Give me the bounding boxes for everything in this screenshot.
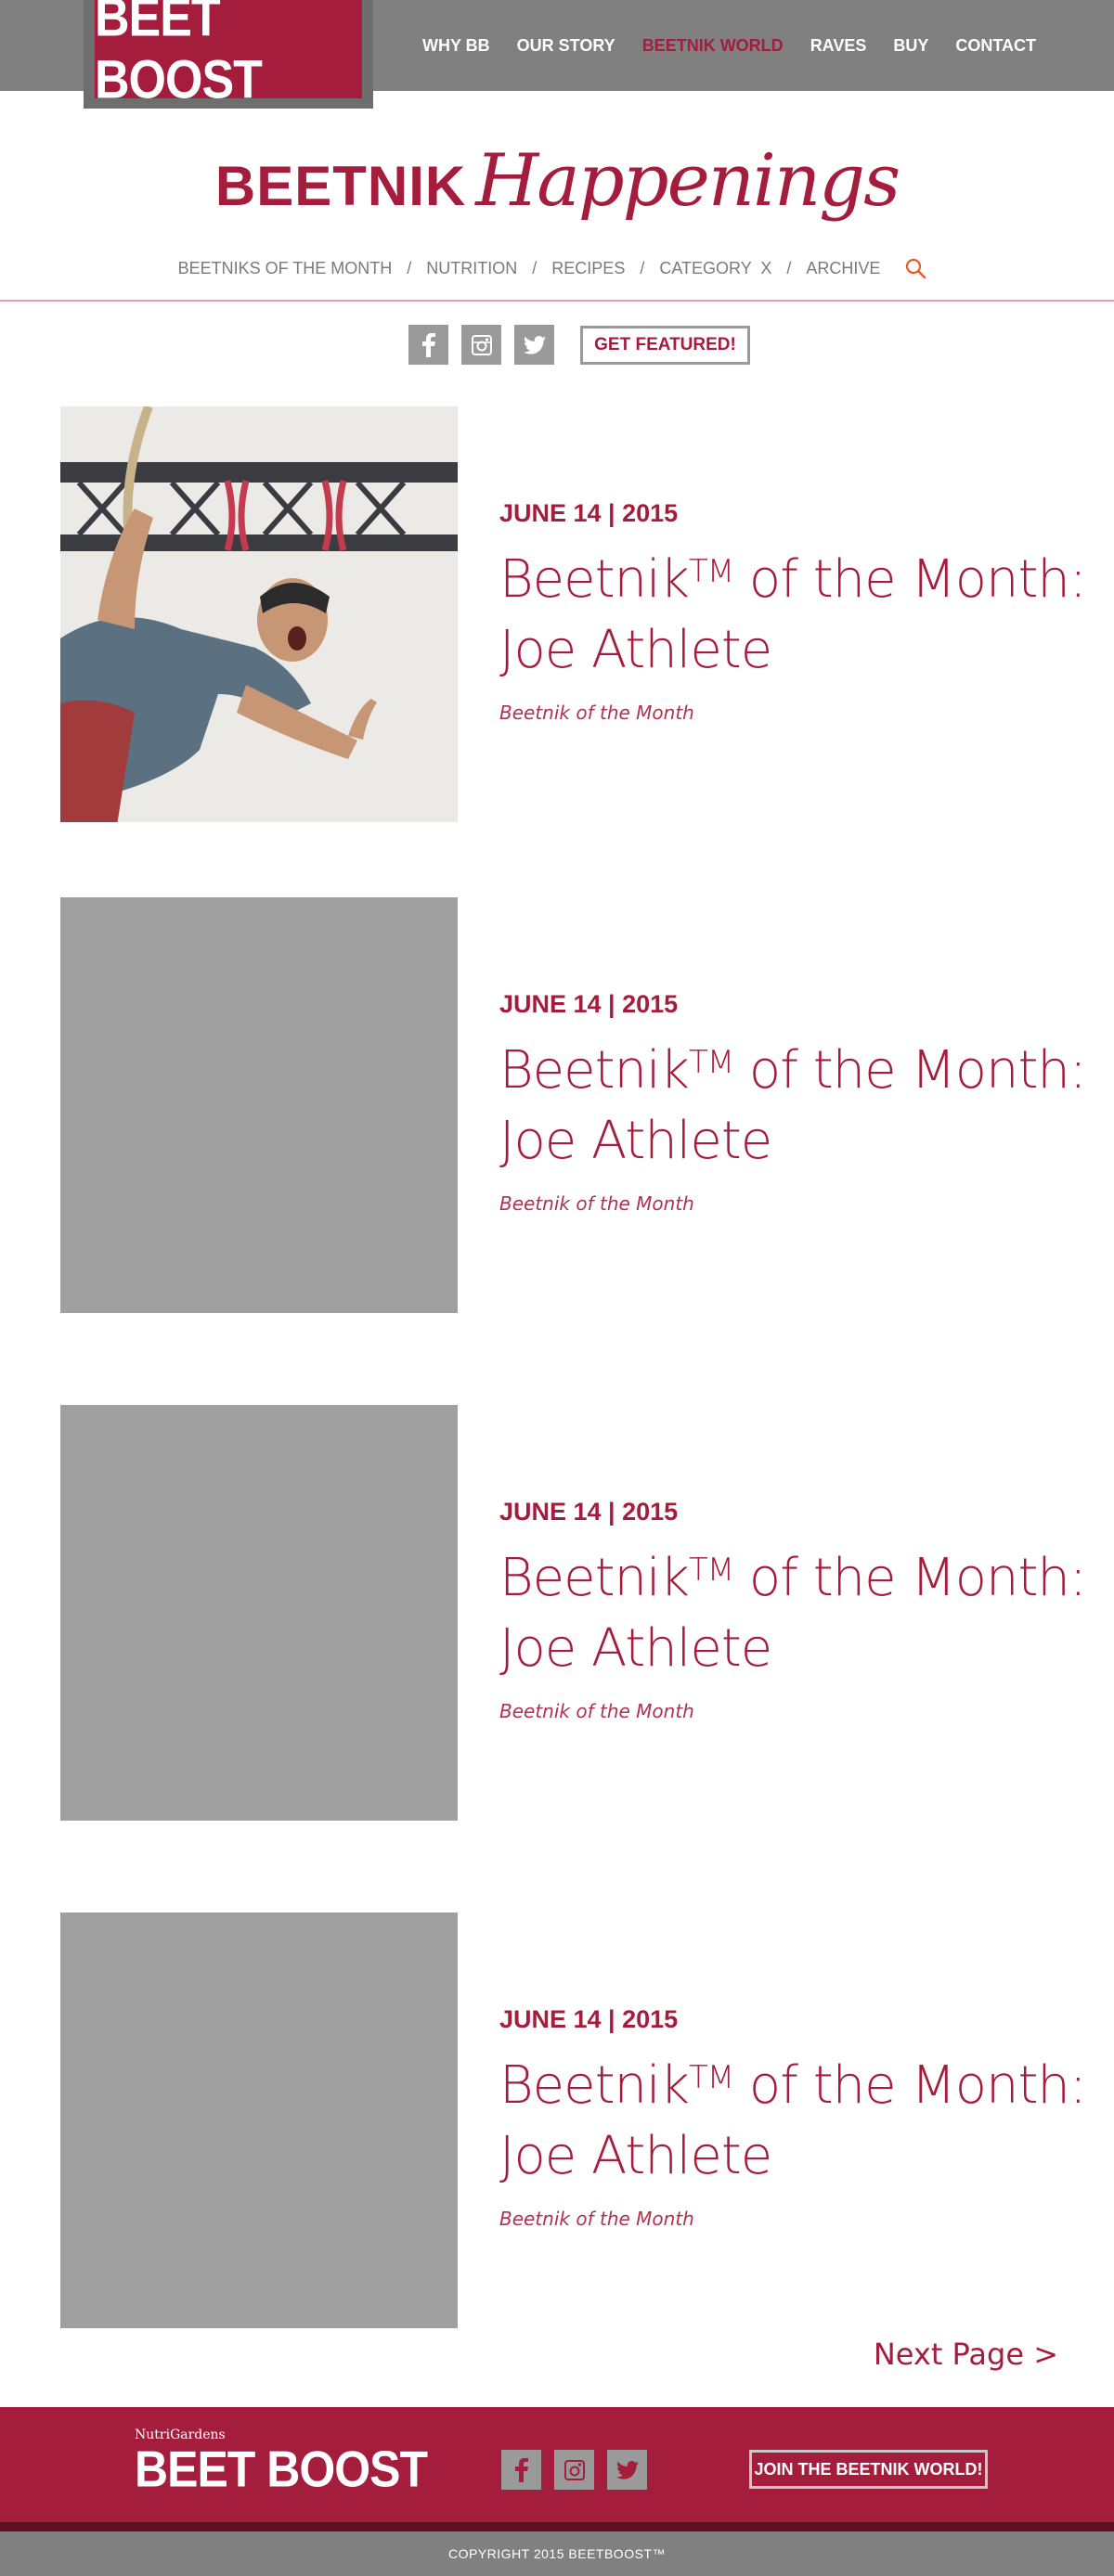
nav-item-why-bb[interactable]: WHY BB	[422, 36, 490, 56]
search-icon	[906, 258, 926, 279]
section-divider	[0, 300, 1114, 302]
twitter-link[interactable]	[514, 325, 554, 365]
footer-facebook-link[interactable]	[501, 2450, 541, 2490]
next-page-link[interactable]: Next Page >	[874, 2337, 1058, 2372]
main-nav: WHY BB OUR STORY BEETNIK WORLD RAVES BUY…	[422, 0, 1063, 91]
beet-boost-logo[interactable]: BEET BOOST	[95, 0, 362, 110]
post-thumbnail-athlete[interactable]	[60, 406, 458, 822]
post-thumbnail-placeholder[interactable]	[60, 1913, 458, 2328]
post-category[interactable]: Beetnik of the Month	[499, 2208, 694, 2230]
copyright: COPYRIGHT 2015 BEETBOOST™	[0, 2531, 1114, 2576]
subnav-item-nutrition[interactable]: NUTRITION	[426, 259, 517, 278]
twitter-icon	[523, 335, 546, 354]
post-title-pre: Beetnik	[499, 1040, 690, 1101]
post-card[interactable]: JUNE 14 | 2015 BeetnikTM of the Month: J…	[60, 1913, 1087, 2328]
search-button[interactable]	[895, 251, 937, 286]
post-category[interactable]: Beetnik of the Month	[499, 1192, 694, 1215]
twitter-icon	[615, 2460, 639, 2479]
nav-item-contact[interactable]: CONTACT	[955, 36, 1036, 56]
subnav-separator: /	[640, 258, 645, 277]
facebook-icon	[514, 2457, 528, 2482]
instagram-icon	[471, 334, 492, 355]
athlete-photo	[60, 406, 458, 822]
trademark: TM	[689, 553, 734, 590]
footer-logo[interactable]: NutriGardens BEET BOOST	[135, 2428, 428, 2495]
logo-frame: BEET BOOST	[84, 0, 373, 110]
section-title: BEETNIK Happenings	[0, 139, 1114, 223]
section-title-script: Happenings	[475, 139, 900, 223]
trademark: TM	[689, 1552, 734, 1589]
nav-item-our-story[interactable]: OUR STORY	[517, 36, 615, 56]
facebook-icon	[421, 332, 435, 357]
post-title-pre: Beetnik	[499, 1548, 690, 1608]
category-subnav: BEETNIKS OF THE MONTH / NUTRITION / RECI…	[0, 251, 1114, 286]
post-card[interactable]: JUNE 14 | 2015 BeetnikTM of the Month: J…	[60, 1405, 1087, 1821]
post-date: JUNE 14 | 2015	[499, 2005, 679, 2033]
post-title-pre: Beetnik	[499, 2055, 690, 2116]
section-title-bold: BEETNIK	[214, 155, 467, 217]
footer-divider	[0, 2522, 1114, 2531]
post-title[interactable]: BeetnikTM of the Month: Joe Athlete	[499, 536, 1094, 686]
subnav-item-archive[interactable]: ARCHIVE	[806, 259, 880, 278]
post-date: JUNE 14 | 2015	[499, 1498, 679, 1526]
post-title[interactable]: BeetnikTM of the Month: Joe Athlete	[499, 1027, 1094, 1177]
get-featured-button[interactable]: GET FEATURED!	[580, 325, 750, 365]
trademark: TM	[689, 2059, 734, 2096]
nav-item-beetnik-world[interactable]: BEETNIK WORLD	[642, 36, 784, 56]
post-category[interactable]: Beetnik of the Month	[499, 702, 694, 724]
subnav-item-beetniks-of-the-month[interactable]: BEETNIKS OF THE MONTH	[178, 259, 393, 278]
post-title[interactable]: BeetnikTM of the Month: Joe Athlete	[499, 2042, 1094, 2192]
footer-logo-text: BEET BOOST	[135, 2440, 428, 2498]
trademark: TM	[689, 1044, 734, 1081]
instagram-link[interactable]	[461, 325, 501, 365]
footer-instagram-link[interactable]	[554, 2450, 594, 2490]
post-category[interactable]: Beetnik of the Month	[499, 1700, 694, 1722]
post-card[interactable]: JUNE 14 | 2015 BeetnikTM of the Month: J…	[60, 897, 1087, 1313]
subnav-separator: /	[407, 258, 412, 277]
post-thumbnail-placeholder[interactable]	[60, 897, 458, 1313]
post-date: JUNE 14 | 2015	[499, 990, 679, 1018]
subnav-item-recipes[interactable]: RECIPES	[551, 259, 625, 278]
instagram-icon	[563, 2459, 585, 2480]
facebook-link[interactable]	[408, 325, 448, 365]
footer-twitter-link[interactable]	[607, 2450, 647, 2490]
subnav-separator: /	[786, 258, 792, 277]
top-navigation-bar: BEET BOOST WHY BB OUR STORY BEETNIK WORL…	[0, 0, 1114, 110]
post-title[interactable]: BeetnikTM of the Month: Joe Athlete	[499, 1535, 1094, 1684]
subnav-separator: /	[532, 258, 538, 277]
social-row: GET FEATURED!	[408, 325, 750, 365]
footer: NutriGardens BEET BOOST JOIN THE BEETNIK…	[0, 2407, 1114, 2522]
subnav-item-category-x[interactable]: CATEGORY X	[659, 259, 771, 278]
nav-item-raves[interactable]: RAVES	[810, 36, 867, 56]
logo-text: BEET BOOST	[95, 0, 263, 111]
post-thumbnail-placeholder[interactable]	[60, 1405, 458, 1821]
footer-social	[501, 2450, 647, 2490]
post-date: JUNE 14 | 2015	[499, 499, 679, 527]
post-card[interactable]: JUNE 14 | 2015 BeetnikTM of the Month: J…	[60, 406, 1087, 822]
join-beetnik-world-button[interactable]: JOIN THE BEETNIK WORLD!	[749, 2450, 988, 2489]
nav-item-buy[interactable]: BUY	[893, 36, 928, 56]
post-title-pre: Beetnik	[499, 549, 690, 610]
